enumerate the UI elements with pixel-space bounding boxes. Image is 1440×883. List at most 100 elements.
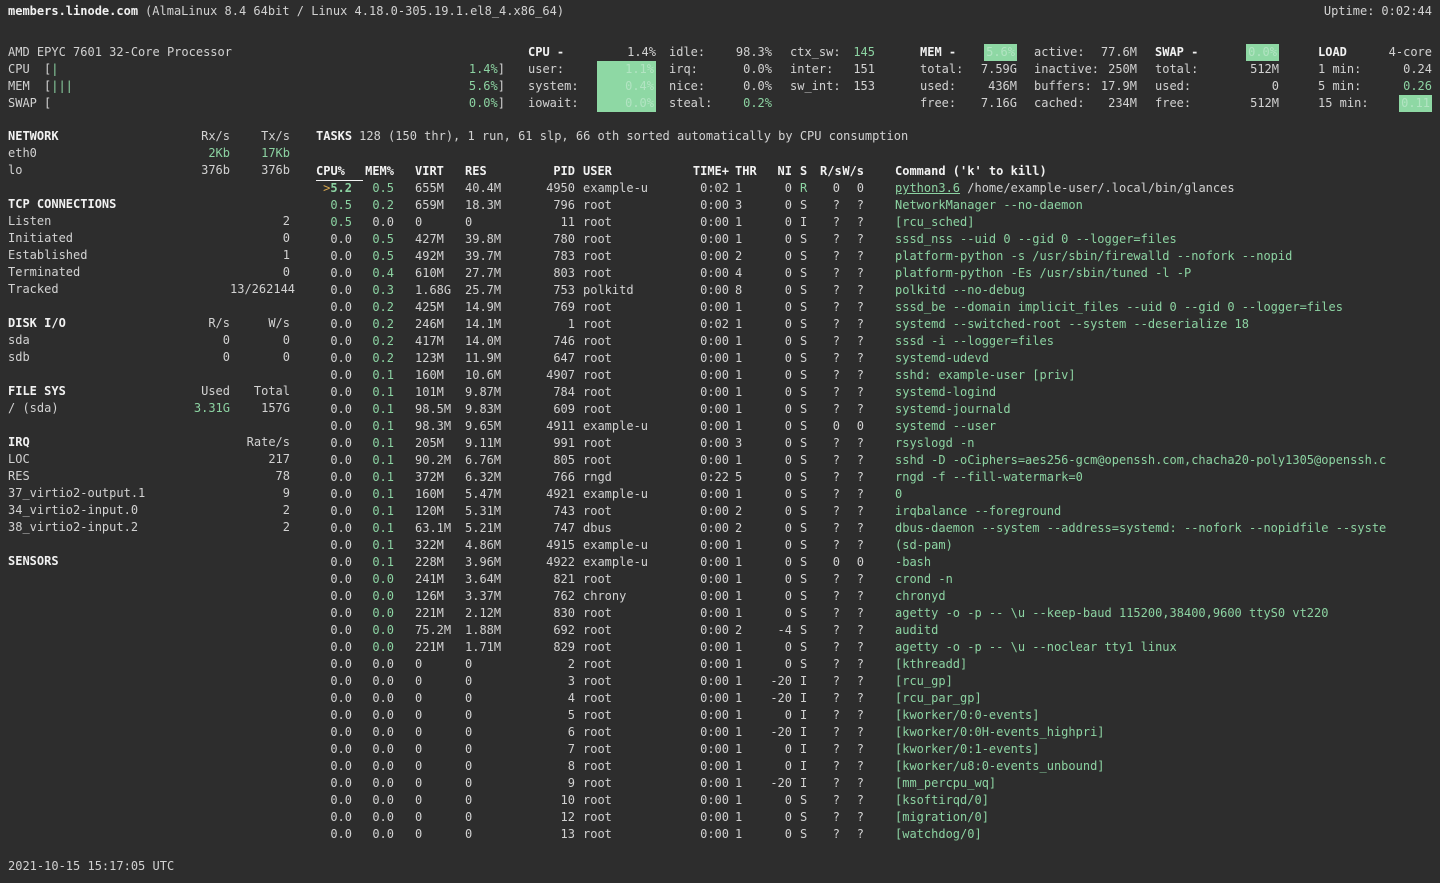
stat-value: 4-core (1389, 44, 1432, 61)
cell-thr: 2 (729, 622, 757, 639)
cell-time: 0:00 (648, 775, 729, 792)
cell-time: 0:00 (648, 758, 729, 775)
cell-cpu: 0.0 (316, 826, 352, 843)
cell-mem: 0.0 (352, 605, 394, 622)
cell-user: root (575, 622, 648, 639)
cell-time: 0:00 (648, 622, 729, 639)
cell-ni: 0 (757, 214, 792, 231)
cell-user: root (575, 248, 648, 265)
cell-rps: ? (820, 333, 840, 350)
cell-cpu: 0.0 (316, 299, 352, 316)
cell-time: 0:00 (648, 656, 729, 673)
cell-state: S (792, 248, 820, 265)
cell-command: [rcu_sched] (864, 214, 1440, 231)
glances-terminal-screen[interactable]: members.linode.com (AlmaLinux 8.4 64bit … (0, 0, 1440, 883)
stat-value: 151 (853, 61, 875, 78)
cell-state: S (792, 520, 820, 537)
cell-state: S (792, 571, 820, 588)
cell-virt: 228M (394, 554, 465, 571)
cell-wps: ? (840, 503, 864, 520)
process-row: 0.00.5427M39.8M780root0:0010S??sssd_nss … (316, 231, 1440, 248)
cell-time: 0:00 (648, 673, 729, 690)
cell-virt: 123M (394, 350, 465, 367)
cell-virt: 1.68G (394, 282, 465, 299)
process-row: 0.00.00013root0:0010S??[watchdog/0] (316, 826, 1440, 843)
cell-res: 5.21M (465, 520, 538, 537)
cell-mem: 0.1 (352, 554, 394, 571)
stat-label: 5 min: (1318, 78, 1361, 95)
cell-rps: 0 (820, 418, 840, 435)
list-item: lo376b376b (8, 162, 290, 179)
cell-user: root (575, 605, 648, 622)
cell-rps: ? (820, 622, 840, 639)
cell-res: 0 (465, 792, 538, 809)
cell-wps: ? (840, 350, 864, 367)
cell-state: S (792, 418, 820, 435)
stat-row: system:0.4% (528, 78, 656, 95)
cell-wps: ? (840, 384, 864, 401)
section-col1-header (174, 434, 230, 451)
cell-time: 0:00 (648, 707, 729, 724)
cell-mem: 0.0 (352, 639, 394, 656)
item-value-1 (174, 468, 230, 485)
section-title: TCP CONNECTIONS (8, 196, 174, 213)
cell-cpu: 0.0 (316, 231, 352, 248)
cell-res: 0 (465, 690, 538, 707)
command-name: systemd-journald (895, 402, 1011, 416)
sensors-panel: SENSORS (8, 553, 290, 570)
cell-rps: ? (820, 299, 840, 316)
cell-pid: 830 (538, 605, 575, 622)
cell-command: polkitd --no-debug (864, 282, 1440, 299)
process-row: 0.00.1120M5.31M743root0:0020S??irqbalanc… (316, 503, 1440, 520)
cell-thr: 2 (729, 248, 757, 265)
command-name: [rcu_gp] (895, 674, 953, 688)
process-row: 0.00.1372M6.32M766rngd0:2250S??rngd -f -… (316, 469, 1440, 486)
cell-rps: ? (820, 537, 840, 554)
cell-wps: ? (840, 741, 864, 758)
cell-res: 3.64M (465, 571, 538, 588)
cpu-value: 0.0 (330, 385, 352, 399)
cell-mem: 0.0 (352, 622, 394, 639)
cell-user: root (575, 299, 648, 316)
cell-thr: 1 (729, 639, 757, 656)
section-title: DISK I/O (8, 315, 174, 332)
cell-wps: ? (840, 486, 864, 503)
item-value-1 (174, 230, 230, 247)
cell-virt: 372M (394, 469, 465, 486)
cell-ni: 0 (757, 350, 792, 367)
process-row: 0.00.0004root0:001-20I??[rcu_par_gp] (316, 690, 1440, 707)
cpu-value: 0.0 (330, 453, 352, 467)
cell-time: 0:02 (648, 316, 729, 333)
cell-state: I (792, 758, 820, 775)
cell-user: root (575, 384, 648, 401)
cpu-value: 0.0 (330, 470, 352, 484)
cell-thr: 1 (729, 826, 757, 843)
cell-time: 0:00 (648, 588, 729, 605)
cell-thr: 1 (729, 673, 757, 690)
cell-mem: 0.0 (352, 673, 394, 690)
cell-cpu: 0.0 (316, 622, 352, 639)
stat-row: total:7.59G (920, 61, 1017, 78)
cell-ni: 0 (757, 758, 792, 775)
cell-cpu: 0.0 (316, 418, 352, 435)
cell-thr: 1 (729, 690, 757, 707)
cell-res: 9.11M (465, 435, 538, 452)
cell-mem: 0.1 (352, 401, 394, 418)
item-value-1: 0 (174, 332, 230, 349)
cell-cpu: 0.0 (316, 690, 352, 707)
cell-cpu: 0.0 (316, 469, 352, 486)
list-item: sdb00 (8, 349, 290, 366)
cell-mem: 0.5 (352, 180, 394, 197)
cell-user: example-u (575, 180, 648, 197)
gauge-label: SWAP (8, 95, 44, 112)
cell-command: sshd: example-user [priv] (864, 367, 1440, 384)
cell-res: 5.31M (465, 503, 538, 520)
cell-rps: ? (820, 571, 840, 588)
cell-virt: 0 (394, 792, 465, 809)
stat-label: SWAP - (1155, 44, 1198, 61)
cell-thr: 1 (729, 316, 757, 333)
command-name: [mm_percpu_wq] (895, 776, 996, 790)
process-row: 0.50.2659M18.3M796root0:0030S??NetworkMa… (316, 197, 1440, 214)
item-label: Established (8, 247, 174, 264)
cell-rps: ? (820, 384, 840, 401)
